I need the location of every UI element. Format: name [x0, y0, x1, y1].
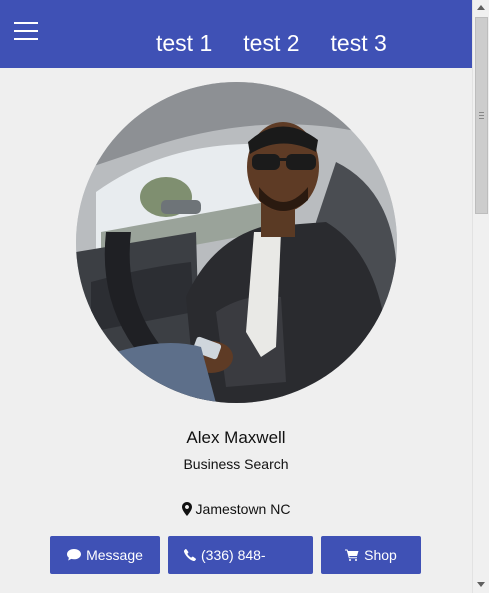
page: test 1 test 2 test 3 Alex Maxwell Busine…	[0, 0, 472, 593]
profile-photo-image	[76, 82, 397, 403]
shop-button[interactable]: Shop	[321, 536, 421, 574]
nav-link-test-3[interactable]: test 3	[331, 28, 387, 58]
profile-name: Alex Maxwell	[186, 428, 286, 447]
hamburger-menu-icon[interactable]	[14, 22, 38, 44]
vertical-scrollbar[interactable]	[472, 0, 489, 593]
comment-icon	[67, 549, 82, 561]
phone-icon	[184, 549, 196, 561]
scroll-down-arrow-icon[interactable]	[477, 582, 485, 587]
top-navbar: test 1 test 2 test 3	[0, 0, 472, 68]
scrollbar-grip-icon	[479, 112, 484, 119]
nav-links: test 1 test 2 test 3	[156, 28, 418, 58]
nav-link-test-2[interactable]: test 2	[243, 28, 299, 58]
profile-location: Jamestown NC	[0, 501, 472, 517]
scroll-up-arrow-icon[interactable]	[477, 5, 485, 10]
shop-button-label: Shop	[364, 547, 397, 563]
shopping-cart-icon	[345, 549, 359, 561]
map-marker-icon	[181, 502, 192, 516]
profile-subtitle: Business Search	[183, 456, 289, 472]
profile-photo	[76, 82, 397, 403]
phone-button[interactable]: (336) 848-	[168, 536, 313, 574]
scrollbar-thumb[interactable]	[475, 17, 488, 214]
phone-button-label: (336) 848-	[201, 547, 266, 563]
nav-link-test-1[interactable]: test 1	[156, 28, 212, 58]
message-button-label: Message	[86, 547, 143, 563]
location-text: Jamestown NC	[195, 501, 291, 517]
message-button[interactable]: Message	[50, 536, 160, 574]
